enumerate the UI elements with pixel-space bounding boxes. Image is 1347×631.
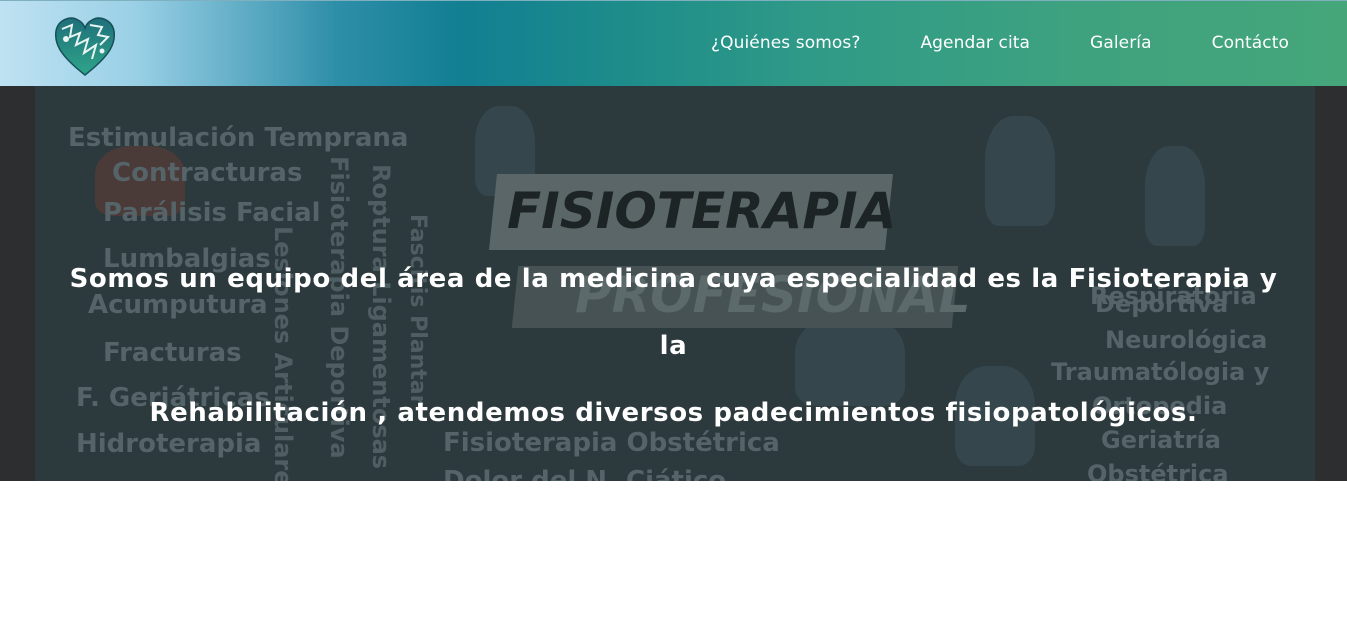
banner-title: FISIOTERAPIA (507, 182, 897, 240)
bg-word: Estimulación Temprana (68, 123, 409, 153)
bg-word: Contracturas (112, 158, 303, 188)
hero-section: FISIOTERAPIA PROFESIONAL Estimulación Te… (0, 86, 1347, 481)
main-nav: ¿Quiénes somos? Agendar cita Galería Con… (711, 1, 1289, 85)
figure-silhouette (985, 116, 1055, 226)
hero-headline-line2: Rehabilitación , atendemos diversos pade… (149, 398, 1198, 428)
heart-logo-icon[interactable] (52, 15, 118, 77)
hero-headline-line1: Somos un equipo del área de la medicina … (69, 264, 1278, 361)
bg-word: Obstétrica (1087, 460, 1229, 481)
nav-link-quienes-somos[interactable]: ¿Quiénes somos? (711, 33, 860, 53)
bg-word: Parálisis Facial (103, 198, 321, 228)
figure-silhouette (1145, 146, 1205, 246)
nav-link-contacto[interactable]: Contácto (1212, 33, 1289, 53)
nav-link-agendar-cita[interactable]: Agendar cita (920, 33, 1030, 53)
nav-link-galeria[interactable]: Galería (1090, 33, 1152, 53)
top-navbar: ¿Quiénes somos? Agendar cita Galería Con… (0, 0, 1347, 86)
hero-headline: Somos un equipo del área de la medicina … (60, 246, 1287, 447)
bg-word: Dolor del N. Ciático (443, 466, 727, 481)
